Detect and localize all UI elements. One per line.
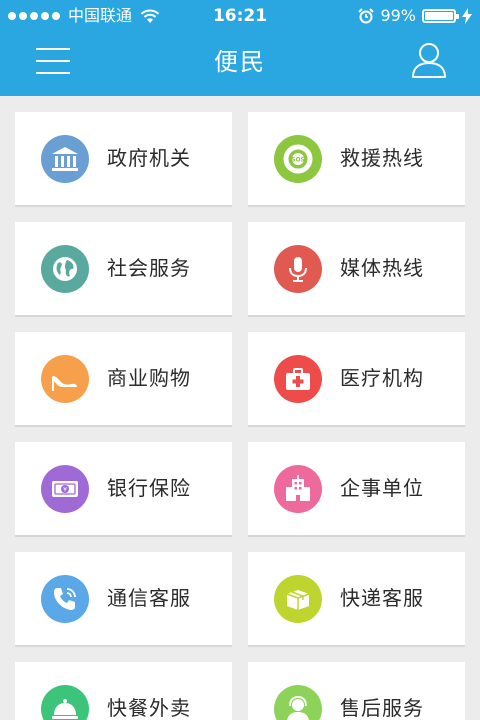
status-bar: 中国联通 16:21 99% [0, 0, 480, 32]
header: 中国联通 16:21 99% 便民 [0, 0, 480, 96]
category-card[interactable]: ¥ 银行保险 [15, 442, 232, 535]
user-headset-icon [274, 685, 322, 720]
category-label: 银行保险 [107, 476, 191, 500]
parcel-box-icon [274, 575, 322, 623]
microphone-icon [274, 245, 322, 293]
category-label: 商业购物 [107, 366, 191, 390]
food-cloche-icon [41, 685, 89, 720]
banknote-icon: ¥ [41, 465, 89, 513]
high-heel-icon [41, 355, 89, 403]
category-card[interactable]: 通信客服 [15, 552, 232, 645]
svg-text:¥: ¥ [63, 486, 67, 493]
category-grid: 政府机关 SOS 救援热线社会服务 媒体热线商业购物 医疗机构 ¥ 银行保险 企事单位通信客服… [0, 96, 480, 720]
category-card[interactable]: 快餐外卖 [15, 662, 232, 720]
category-card[interactable]: 社会服务 [15, 222, 232, 315]
category-card[interactable]: 售后服务 [248, 662, 465, 720]
alarm-clock-icon [358, 8, 375, 24]
category-label: 快递客服 [340, 586, 424, 610]
battery-percent: 99% [380, 6, 416, 25]
nav-bar: 便民 [0, 32, 480, 96]
category-label: 救援热线 [340, 146, 424, 170]
category-label: 通信客服 [107, 586, 191, 610]
category-card[interactable]: 医疗机构 [248, 332, 465, 425]
charging-bolt-icon [462, 8, 472, 24]
category-card[interactable]: SOS 救援热线 [248, 112, 465, 205]
category-card[interactable]: 政府机关 [15, 112, 232, 205]
category-card[interactable]: 媒体热线 [248, 222, 465, 315]
battery-icon [422, 9, 459, 23]
government-building-icon [41, 135, 89, 183]
category-label: 社会服务 [107, 256, 191, 280]
svg-text:SOS: SOS [291, 157, 305, 164]
page-title: 便民 [214, 48, 266, 76]
category-label: 售后服务 [340, 696, 424, 720]
category-label: 媒体热线 [340, 256, 424, 280]
category-card[interactable]: 快递客服 [248, 552, 465, 645]
category-label: 政府机关 [107, 146, 191, 170]
user-profile-button[interactable] [411, 41, 447, 79]
phone-icon [41, 575, 89, 623]
category-card[interactable]: 商业购物 [15, 332, 232, 425]
first-aid-kit-icon [274, 355, 322, 403]
globe-icon [41, 245, 89, 293]
category-label: 快餐外卖 [107, 696, 191, 720]
sos-lifebuoy-icon: SOS [274, 135, 322, 183]
category-label: 企事单位 [340, 476, 424, 500]
category-card[interactable]: 企事单位 [248, 442, 465, 535]
category-label: 医疗机构 [340, 366, 424, 390]
user-icon [412, 43, 446, 78]
office-building-icon [274, 465, 322, 513]
